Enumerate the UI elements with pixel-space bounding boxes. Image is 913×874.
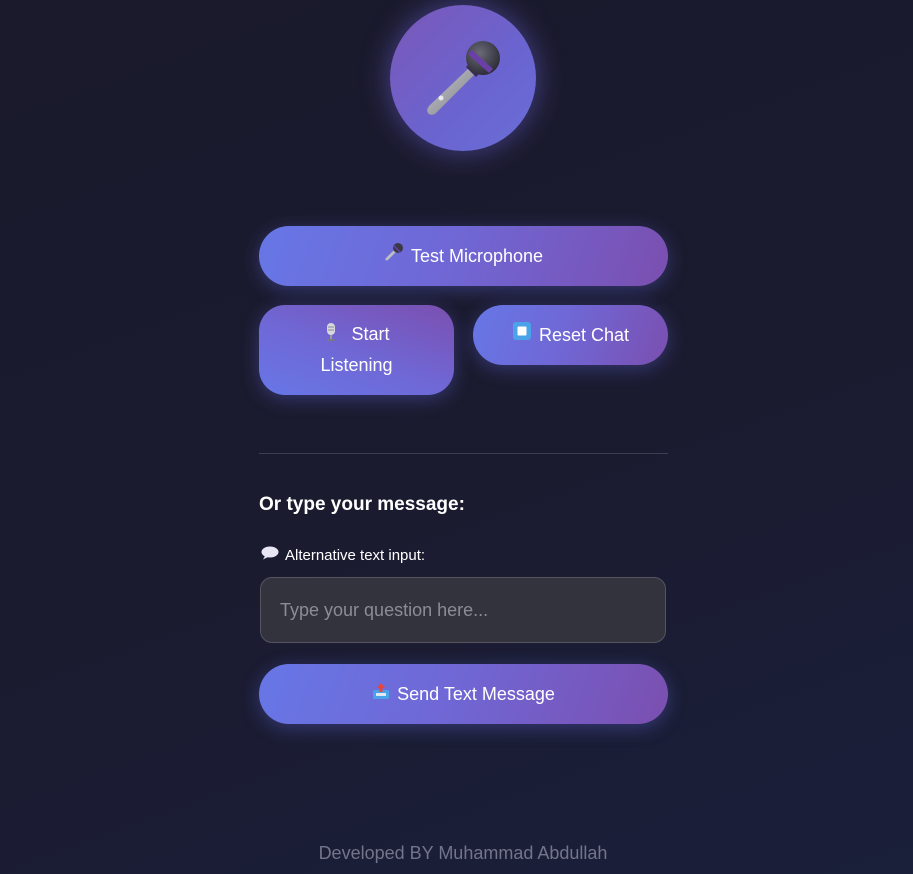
reset-chat-label: Reset Chat xyxy=(538,324,630,345)
stop-icon xyxy=(512,321,532,350)
alternative-input-label-text: Alternative text input: xyxy=(285,546,426,564)
send-text-message-button[interactable]: Send Text Message xyxy=(259,664,668,724)
microphone-icon xyxy=(384,242,404,271)
send-text-message-label: Send Text Message xyxy=(397,683,555,704)
footer-credit: Developed BY Muhammad Abdullah xyxy=(318,843,608,863)
message-input[interactable] xyxy=(260,577,666,643)
test-microphone-button[interactable]: Test Microphone xyxy=(259,226,668,286)
alternative-input-label: Alternative text input: xyxy=(261,546,425,564)
outbox-tray-icon xyxy=(372,680,390,709)
section-divider xyxy=(259,453,668,454)
text-section-heading: Or type your message: xyxy=(259,494,465,515)
reset-chat-button[interactable]: Reset Chat xyxy=(473,305,668,365)
hero-microphone-badge xyxy=(390,5,536,151)
microphone-icon xyxy=(427,41,500,115)
speech-balloon-icon xyxy=(261,546,279,564)
test-microphone-label: Test Microphone xyxy=(410,245,544,266)
studio-microphone-icon xyxy=(323,322,339,351)
start-listening-button[interactable]: Start Listening xyxy=(259,305,454,395)
